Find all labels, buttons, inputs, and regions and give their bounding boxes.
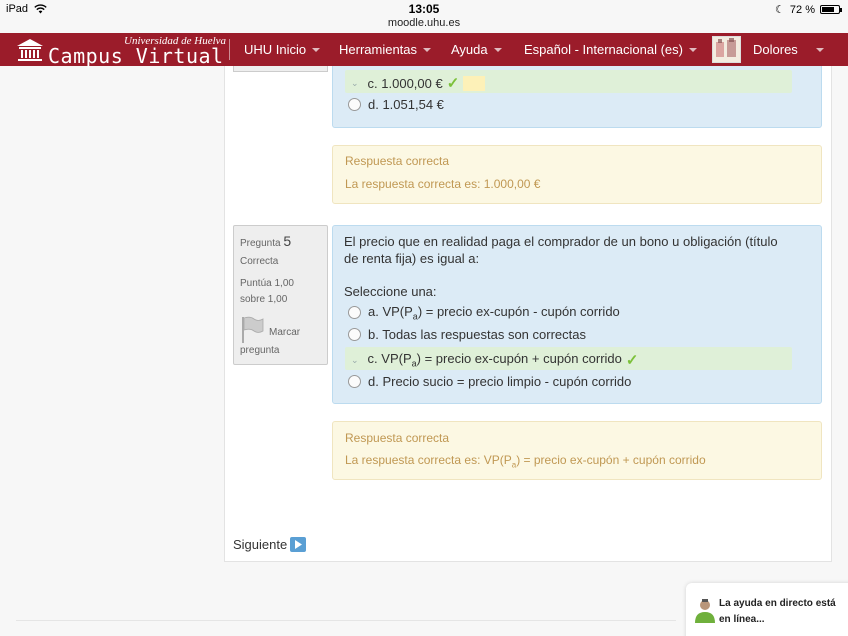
logo-title-text: Campus Virtual (48, 44, 224, 68)
address-url[interactable]: moodle.uhu.es (0, 17, 848, 29)
question-5-info-box: Pregunta 5 Correcta Puntúa 1,00 sobre 1,… (233, 225, 328, 365)
question-grade: Puntúa 1,00 sobre 1,00 (240, 278, 294, 305)
moon-icon: ☾ (775, 4, 785, 16)
battery-icon (820, 5, 842, 14)
feedback-correct-answer: La respuesta correcta es: VP(Pa) = preci… (345, 453, 706, 470)
nav-language[interactable]: Español - Internacional (es) (524, 42, 697, 57)
nav-label: UHU Inicio (244, 42, 307, 57)
feedback-correct-answer: La respuesta correcta es: 1.000,00 € (345, 177, 541, 191)
battery-percent: 72 % (789, 3, 815, 16)
nav-label: Ayuda (451, 42, 488, 57)
campus-virtual-logo[interactable]: Universidad de Huelva Campus Virtual (16, 35, 226, 68)
support-agent-icon (695, 599, 715, 623)
nav-ayuda[interactable]: Ayuda (451, 42, 502, 57)
user-name: Dolores (753, 42, 798, 57)
feedback-title: Respuesta correcta (345, 431, 450, 445)
answer-label: a. VP(Pa) = precio ex-cupón - cupón corr… (368, 304, 620, 322)
caret-down-icon (815, 47, 824, 52)
avatar-image (716, 38, 736, 57)
nav-herramientas[interactable]: Herramientas (339, 42, 432, 57)
chevron-down-icon: ⌄ (351, 354, 359, 365)
answer-option-d[interactable]: d. 1.051,54 € (348, 97, 444, 112)
ios-status-bar: iPad 13:05 moodle.uhu.es ☾ 72 % (0, 0, 848, 33)
answer-label: d. 1.051,54 € (368, 97, 444, 112)
caret-down-icon (493, 47, 502, 52)
radio-button[interactable] (348, 375, 361, 388)
live-help-line1: La ayuda en directo está (719, 598, 836, 609)
checkmark-icon: ✓ (446, 75, 460, 92)
clock: 13:05 (408, 2, 440, 16)
answer-label: c. VP(Pa) = precio ex-cupón + cupón corr… (367, 351, 622, 369)
question-4-info-box (233, 66, 328, 72)
radio-button[interactable] (348, 98, 361, 111)
next-label: Siguiente (233, 537, 288, 552)
answer-label: c. 1.000,00 € (367, 75, 443, 91)
highlight-box (463, 75, 486, 91)
answer-option-a[interactable]: a. VP(Pa) = precio ex-cupón - cupón corr… (348, 304, 620, 322)
live-help-text: La ayuda en directo está en línea... (719, 596, 836, 628)
play-arrow-icon[interactable] (290, 537, 307, 552)
live-help-line2: en línea... (719, 614, 765, 625)
answer-label: d. Precio sucio = precio limpio - cupón … (368, 374, 632, 389)
caret-down-icon (688, 47, 697, 52)
university-building-icon (17, 39, 43, 61)
nav-uhu-inicio[interactable]: UHU Inicio (244, 42, 321, 57)
flag-label-line1[interactable]: Marcar (269, 327, 300, 338)
answer-option-c: ⌄ c. 1.000,00 € ✓ (351, 74, 486, 92)
footer-divider (16, 620, 676, 621)
question-number-value: 5 (283, 233, 292, 249)
question-number: Pregunta 5 (240, 233, 321, 249)
nav-divider (229, 39, 230, 60)
answer-option-d[interactable]: d. Precio sucio = precio limpio - cupón … (348, 374, 631, 389)
user-menu[interactable]: Dolores (753, 42, 824, 57)
status-right: ☾ 72 % (775, 3, 842, 16)
question-4-feedback: Respuesta correcta La respuesta correcta… (332, 145, 822, 204)
checkmark-icon: ✓ (625, 352, 639, 369)
answer-option-b[interactable]: b. Todas las respuestas son correctas (348, 327, 586, 342)
question-5-feedback: Respuesta correcta La respuesta correcta… (332, 421, 822, 480)
flag-icon (242, 316, 264, 343)
top-navbar: Universidad de Huelva Campus Virtual UHU… (0, 33, 848, 68)
live-help-widget[interactable]: La ayuda en directo está en línea... (686, 583, 848, 636)
answer-label: b. Todas las respuestas son correctas (368, 327, 586, 342)
nav-label: Herramientas (339, 42, 418, 57)
caret-down-icon (312, 47, 321, 52)
next-page-link[interactable]: Siguiente (233, 537, 307, 552)
question-label: Pregunta (240, 238, 281, 249)
question-text: El precio que en realidad paga el compra… (344, 234, 778, 266)
question-state: Correcta (240, 256, 279, 267)
feedback-title: Respuesta correcta (345, 154, 450, 168)
radio-button[interactable] (348, 328, 361, 341)
select-one-prompt: Seleccione una: (344, 284, 437, 299)
radio-button[interactable] (348, 306, 361, 320)
caret-down-icon (423, 47, 432, 52)
chevron-down-icon: ⌄ (351, 77, 359, 88)
nav-label: Español - Internacional (es) (524, 42, 683, 57)
answer-option-c: ⌄ c. VP(Pa) = precio ex-cupón + cupón co… (351, 351, 638, 369)
user-avatar[interactable] (712, 36, 741, 63)
flag-label-line2[interactable]: pregunta (240, 345, 279, 356)
